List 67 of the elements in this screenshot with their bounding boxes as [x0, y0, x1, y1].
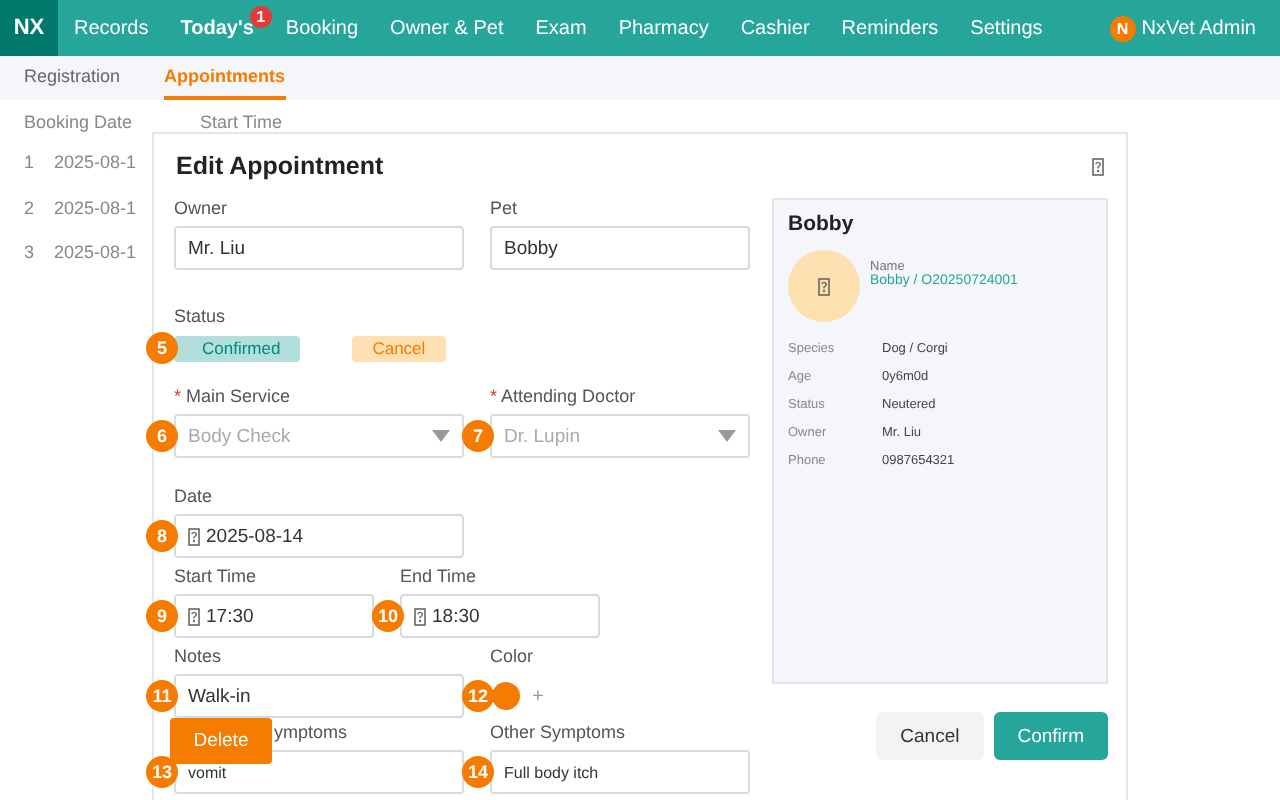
other-symptoms-field[interactable]: Full body itch: [490, 750, 750, 794]
table-cell-text: 2025-08-1: [54, 152, 137, 176]
marker-badge: 13: [146, 756, 178, 788]
row-index: 3: [24, 242, 35, 266]
marker-badge: 7: [462, 420, 494, 452]
field-label: ymptoms: [274, 722, 348, 744]
nav-tab[interactable]: Booking: [269, 0, 375, 56]
delete-button[interactable]: Delete: [170, 718, 272, 764]
pet-field[interactable]: Bobby: [490, 226, 750, 270]
date-field[interactable]: 2025-08-14: [174, 514, 464, 558]
field-label: Notes: [174, 646, 224, 668]
notification-badge: 1: [249, 6, 272, 28]
missing-glyph-icon: [414, 607, 426, 625]
status-chip[interactable]: Confirmed: [174, 335, 301, 361]
start-time-field[interactable]: 17:30: [174, 594, 374, 638]
caret-icon: [718, 430, 736, 442]
missing-glyph-icon: [188, 527, 200, 545]
color-swatch[interactable]: [492, 682, 520, 710]
nav-tab[interactable]: Cashier: [724, 0, 826, 56]
table-cell-text: 2025-08-1: [54, 242, 137, 266]
caret-icon: [432, 430, 450, 442]
user-name[interactable]: NxVet Admin: [1141, 17, 1256, 39]
user-avatar[interactable]: N: [1109, 15, 1136, 41]
row-index: 1: [24, 152, 35, 176]
nav-tab[interactable]: Reminders: [825, 0, 955, 56]
marker-badge: 11: [146, 680, 178, 712]
sub-tab[interactable]: Registration: [24, 56, 121, 100]
missing-glyph-icon: [818, 277, 830, 295]
nav-tab[interactable]: Records: [58, 0, 165, 56]
marker-badge: 9: [146, 600, 178, 632]
status-chip[interactable]: Cancel: [352, 335, 446, 361]
end-time-field[interactable]: 18:30: [400, 594, 600, 638]
field-label: Pet: [490, 198, 520, 220]
nav-tab[interactable]: Owner & Pet: [374, 0, 520, 56]
pet-name-title: Bobby: [788, 212, 856, 236]
field-label: * Attending Doctor: [490, 386, 638, 408]
field-label: Color: [490, 646, 536, 668]
add-color-button[interactable]: +: [532, 685, 544, 707]
field-label: * Main Service: [174, 386, 293, 408]
confirm-button[interactable]: Confirm: [993, 712, 1108, 760]
field-label: Date: [174, 486, 215, 508]
missing-glyph-icon: [1092, 157, 1104, 175]
marker-badge: 12: [462, 680, 494, 712]
marker-badge: 5: [146, 332, 178, 364]
nav-tab[interactable]: Pharmacy: [602, 0, 725, 56]
marker-badge: 14: [462, 756, 494, 788]
sub-tab[interactable]: Appointments: [164, 56, 286, 100]
column-header: Start Time: [200, 112, 283, 132]
dialog-title: Edit Appointment: [176, 152, 384, 180]
nav-tab[interactable]: Exam: [519, 0, 603, 56]
field-label: End Time: [400, 566, 479, 588]
marker-badge: 8: [146, 520, 178, 552]
missing-glyph-icon: [188, 607, 200, 625]
field-label: Owner: [174, 198, 230, 220]
field-label: Other Symptoms: [490, 722, 628, 744]
field-label: Start Time: [174, 566, 259, 588]
owner-field[interactable]: Mr. Liu: [174, 226, 464, 270]
table-cell-text: 2025-08-1: [54, 197, 137, 221]
marker-badge: 10: [372, 600, 404, 632]
row-index: 2: [24, 197, 35, 221]
column-header: Booking Date: [24, 112, 133, 132]
marker-badge: 6: [146, 420, 178, 452]
nav-tab[interactable]: Settings: [954, 0, 1059, 56]
cancel-button[interactable]: Cancel: [876, 712, 984, 760]
logo[interactable]: NX: [0, 0, 58, 56]
notes-field[interactable]: Walk-in: [174, 674, 464, 718]
field-label: Status: [174, 306, 228, 328]
